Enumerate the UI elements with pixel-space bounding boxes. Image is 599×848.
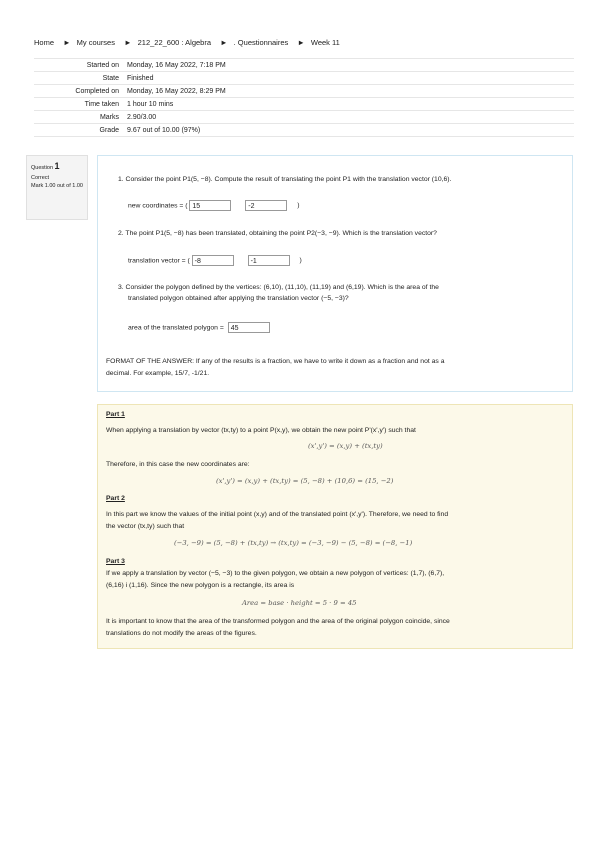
summary-label: Grade (34, 123, 124, 137)
answer-format-note-line1: FORMAT OF THE ANSWER: If any of the resu… (106, 358, 445, 365)
feedback-part-1-heading: Part 1 (106, 411, 125, 418)
summary-label: Completed on (34, 84, 124, 98)
feedback-part-3-formula: Area = base · height = 5 · 9 = 45 (242, 599, 357, 607)
new-coordinates-label: new coordinates = ( (128, 202, 188, 210)
feedback-part-1-therefore: Therefore, in this case the new coordina… (106, 461, 250, 468)
feedback-conclusion-line1: It is important to know that the area of… (106, 618, 450, 625)
summary-label: Started on (34, 58, 124, 72)
question-part-3-text-line1: 3. Consider the polygon defined by the v… (118, 284, 439, 291)
breadcrumb: Home ► My courses ► 212_22_600 : Algebra… (34, 38, 343, 47)
breadcrumb-separator-icon: ► (63, 38, 71, 47)
feedback-part-1-formula: (x',y') = (x,y) + (tx,ty) (308, 442, 383, 450)
summary-label: Time taken (34, 97, 124, 111)
answer-input-ty[interactable]: -1 (247, 255, 290, 266)
question-label: Question (31, 165, 54, 171)
question-text-panel: 1. Consider the point P1(5, −8). Compute… (97, 155, 573, 392)
summary-value: 9.67 out of 10.00 (97%) (124, 123, 574, 137)
feedback-part-3-heading: Part 3 (106, 558, 125, 565)
general-feedback-panel: Part 1 When applying a translation by ve… (97, 404, 573, 649)
question-info-panel: Question 1 Correct Mark 1.00 out of 1.00 (26, 155, 88, 220)
answer-input-x[interactable]: 15 (189, 200, 232, 211)
answer-input-tx[interactable]: -8 (191, 255, 234, 266)
breadcrumb-separator-icon: ► (297, 38, 305, 47)
breadcrumb-my-courses-link[interactable]: My courses (77, 38, 115, 47)
feedback-part-3-text-line1: If we apply a translation by vector (−5,… (106, 570, 445, 577)
question-part-1-text: 1. Consider the point P1(5, −8). Compute… (118, 176, 452, 183)
summary-value: 2.90/3.00 (124, 110, 574, 124)
feedback-part-2-formula: (−3, −9) = (5, −8) + (tx,ty) → (tx,ty) =… (174, 539, 413, 547)
breadcrumb-course-link[interactable]: 212_22_600 : Algebra (138, 38, 211, 47)
summary-value: 1 hour 10 mins (124, 97, 574, 111)
question-part-3-answer: area of the translated polygon = 45 (128, 322, 270, 333)
feedback-part-1-text: When applying a translation by vector (t… (106, 427, 416, 434)
area-label: area of the translated polygon = (128, 324, 224, 332)
summary-row: Completed on Monday, 16 May 2022, 8:29 PM (34, 84, 574, 98)
feedback-conclusion-line2: translations do not modify the areas of … (106, 630, 257, 637)
summary-value: Finished (124, 71, 574, 85)
answer-format-note-line2: decimal. For example, 15/7, -1/21. (106, 370, 210, 377)
question-status: Correct (31, 174, 50, 181)
summary-row: Started on Monday, 16 May 2022, 7:18 PM (34, 58, 574, 72)
summary-row: Time taken 1 hour 10 mins (34, 97, 574, 111)
summary-value: Monday, 16 May 2022, 7:18 PM (124, 58, 574, 72)
feedback-part-2-text-line1: In this part we know the values of the i… (106, 511, 449, 518)
feedback-part-3-text-line2: (6,16) i (1,16). Since the new polygon i… (106, 582, 295, 589)
feedback-part-2-text-line2: the vector (tx,ty) such that (106, 523, 185, 530)
close-paren: ) (299, 257, 302, 265)
summary-label: Marks (34, 110, 124, 124)
breadcrumb-week-link[interactable]: Week 11 (311, 38, 340, 47)
answer-input-area[interactable]: 45 (227, 322, 270, 333)
breadcrumb-questionnaires-link[interactable]: . Questionnaires (234, 38, 289, 47)
question-part-2-answer: translation vector = ( -8 -1 ) (128, 255, 302, 266)
feedback-part-1-result: (x',y') = (x,y) + (tx,ty) = (5, −8) + (1… (216, 477, 394, 485)
question-mark: Mark 1.00 out of 1.00 (31, 182, 83, 189)
question-part-3-text-line2: translated polygon obtained after applyi… (128, 295, 349, 302)
translation-vector-label: translation vector = ( (128, 257, 190, 265)
summary-row: Marks 2.90/3.00 (34, 110, 574, 124)
question-part-2-text: 2. The point P1(5, −8) has been translat… (118, 230, 437, 237)
close-paren: ) (297, 202, 300, 210)
breadcrumb-separator-icon: ► (220, 38, 228, 47)
summary-row: Grade 9.67 out of 10.00 (97%) (34, 123, 574, 137)
answer-input-y[interactable]: -2 (245, 200, 288, 211)
attempt-summary-table: Started on Monday, 16 May 2022, 7:18 PM S… (34, 58, 574, 137)
feedback-part-2-heading: Part 2 (106, 495, 125, 502)
question-number: 1 (54, 161, 60, 171)
summary-row: State Finished (34, 71, 574, 85)
breadcrumb-home-link[interactable]: Home (34, 38, 54, 47)
question-part-1-answer: new coordinates = ( 15 -2 ) (128, 200, 299, 211)
breadcrumb-separator-icon: ► (124, 38, 132, 47)
summary-value: Monday, 16 May 2022, 8:29 PM (124, 84, 574, 98)
summary-label: State (34, 71, 124, 85)
